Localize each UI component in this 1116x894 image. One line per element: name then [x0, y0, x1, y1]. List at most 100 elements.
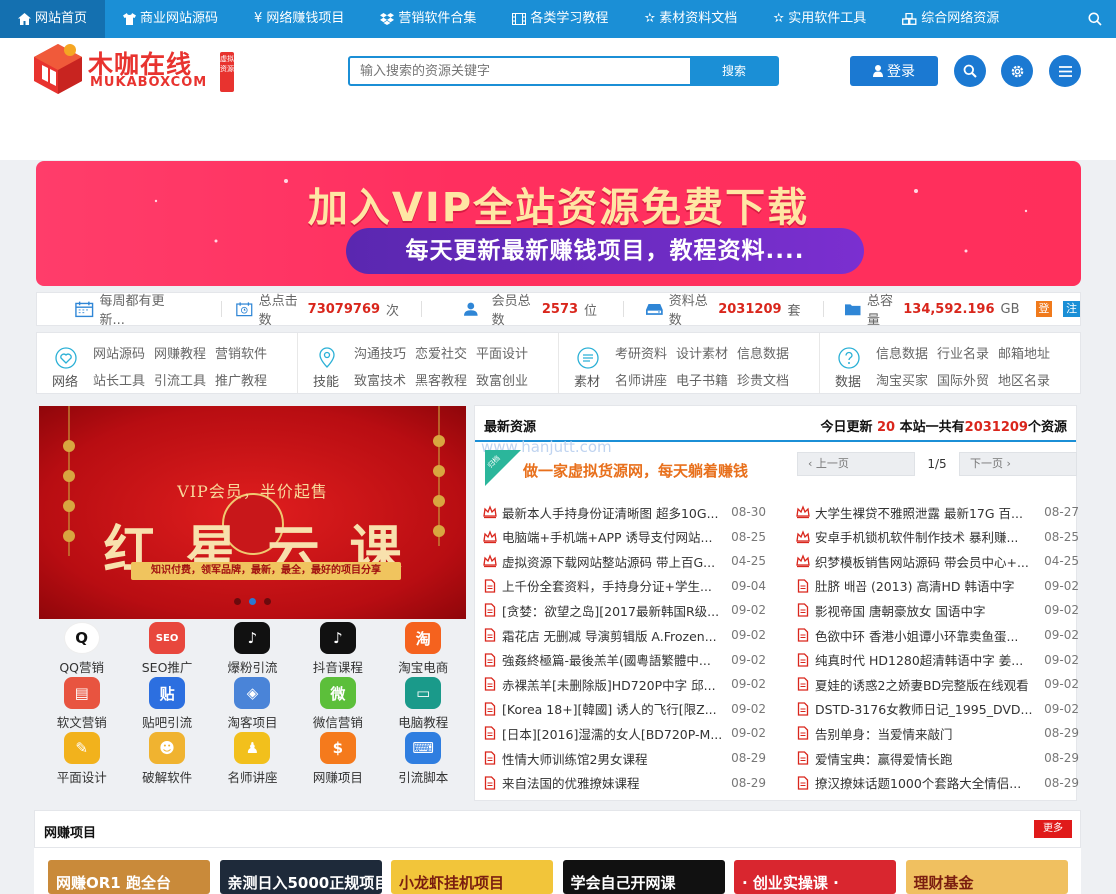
site-logo[interactable]: 木咖在线 MUKABOXCOM 虚拟资源: [30, 41, 240, 97]
project-thumbnail[interactable]: · 创业实操课 ·: [734, 860, 896, 894]
slider-dot[interactable]: [264, 598, 271, 605]
app-tile[interactable]: 微微信营销: [295, 677, 380, 731]
category-link[interactable]: 网站源码: [93, 343, 145, 362]
logo-seal: 虚拟资源: [220, 52, 234, 92]
category-link[interactable]: 邮箱地址: [998, 343, 1050, 362]
category-link[interactable]: 考研资料: [615, 343, 667, 362]
app-tile[interactable]: ♪ 爆粉引流: [210, 622, 295, 676]
category-link[interactable]: 致富创业: [476, 370, 528, 389]
category-link[interactable]: 行业名录: [937, 343, 989, 362]
nav-item-source-code[interactable]: 商业网站源码: [105, 0, 236, 38]
list-item[interactable]: 虚拟资源下载网站整站源码 带上百G... 04-25: [483, 549, 766, 573]
list-item[interactable]: 最新本人手持身份证清晰图 超多10G... 08-30: [483, 500, 766, 524]
list-item[interactable]: 影视帝国 唐朝豪放女 国语中字 09-02: [796, 598, 1079, 622]
list-item[interactable]: 性情大师训练馆2男女课程 08-29: [483, 746, 766, 770]
project-thumbnail[interactable]: 亲测日入5000正规项目: [219, 860, 382, 894]
app-tile[interactable]: ✎ 平面设计: [39, 732, 124, 786]
search-icon[interactable]: [1088, 12, 1102, 26]
app-tile[interactable]: ◈ 淘客项目: [210, 677, 295, 731]
category-link[interactable]: 国际外贸: [937, 370, 989, 389]
slider-dot[interactable]: [249, 598, 256, 605]
app-tile[interactable]: $ 网赚项目: [295, 732, 380, 786]
list-item[interactable]: 上千份全套资料，手持身分证+学生... 09-04: [483, 574, 766, 598]
nav-item-marketing-software[interactable]: 营销软件合集: [362, 0, 494, 38]
category-link[interactable]: 地区名录: [998, 370, 1050, 389]
category-link[interactable]: 名师讲座: [615, 370, 667, 389]
category-link[interactable]: 信息数据: [876, 343, 928, 362]
category-link[interactable]: 致富技术: [354, 370, 406, 389]
category-link[interactable]: 营销软件: [215, 343, 267, 362]
app-tile[interactable]: ♪ 抖音课程: [295, 622, 380, 676]
nav-item-money-projects[interactable]: ¥ 网络赚钱项目: [236, 0, 362, 38]
list-item[interactable]: 织梦模板销售网站源码 带会员中心+... 04-25: [796, 549, 1079, 573]
project-thumbnail[interactable]: 小龙虾挂机项目: [391, 860, 553, 894]
nav-item-materials[interactable]: ✫ 素材资料文档: [626, 0, 755, 38]
list-item[interactable]: DSTD-3176女教师日记_1995_DVD... 09-02: [796, 697, 1079, 721]
list-item[interactable]: [Korea 18+][韓國] 诱人的飞行[限Z... 09-02: [483, 697, 766, 721]
category-link[interactable]: 平面设计: [476, 343, 528, 362]
category-link[interactable]: 引流工具: [154, 370, 206, 389]
list-item[interactable]: [日本][2016]湿濡的女人[BD720P-M... 09-02: [483, 721, 766, 745]
promo-slider[interactable]: VIP会员，半价起售 红星云课 知识付费，领军品牌，最新，最全，最好的项目分享: [39, 406, 466, 619]
list-item[interactable]: 色欲中环 香港小姐谭小环靠卖鱼蛋... 09-02: [796, 623, 1079, 647]
vip-banner[interactable]: 加入VIP全站资源免费下载 每天更新最新赚钱项目，教程资料....: [36, 161, 1081, 286]
list-item[interactable]: 肚脐 배꼽 (2013) 高清HD 韩语中字 09-02: [796, 574, 1079, 598]
login-button[interactable]: 登录: [850, 56, 938, 86]
nav-item-home[interactable]: 网站首页: [0, 0, 106, 38]
category-link[interactable]: 电子书籍: [676, 370, 728, 389]
list-item[interactable]: [贪婪：欲望之岛][2017最新韩国R级... 09-02: [483, 598, 766, 622]
next-page-button[interactable]: 下一页 ›: [959, 452, 1077, 476]
list-item[interactable]: 纯真时代 HD1280超清韩语中字 姜... 09-02: [796, 648, 1079, 672]
register-tag[interactable]: 注: [1063, 301, 1080, 317]
project-thumbnail[interactable]: 网赚OR1 跑全台: [48, 860, 210, 894]
category-link[interactable]: 网赚教程: [154, 343, 206, 362]
category-link[interactable]: 珍贵文档: [737, 370, 789, 389]
list-item[interactable]: 赤裸羔羊[未删除版]HD720P中字 邱... 09-02: [483, 672, 766, 696]
menu-button[interactable]: [1049, 55, 1081, 87]
list-item[interactable]: 电脑端+手机端+APP 诱导支付网站... 08-25: [483, 525, 766, 549]
app-tile[interactable]: ♟ 名师讲座: [210, 732, 295, 786]
category-link[interactable]: 黑客教程: [415, 370, 467, 389]
divider: [623, 301, 624, 317]
category-link[interactable]: 恋爱社交: [415, 343, 467, 362]
category-materials: 素材 考研资料 设计素材 信息数据 名师讲座 电子书籍 珍贵文档: [559, 333, 820, 393]
nav-item-network-resources[interactable]: 综合网络资源: [884, 0, 1017, 38]
list-item[interactable]: 安卓手机锁机软件制作技术 暴利赚... 08-25: [796, 525, 1079, 549]
promo-line[interactable]: 归档 做一家虚拟货源网，每天躺着赚钱: [485, 450, 767, 488]
category-link[interactable]: 推广教程: [215, 370, 267, 389]
app-tile[interactable]: ⌨ 引流脚本: [381, 732, 466, 786]
theme-button[interactable]: [1001, 55, 1033, 87]
more-button[interactable]: 更多: [1034, 820, 1072, 838]
login-tag[interactable]: 登: [1035, 301, 1053, 317]
app-tile[interactable]: 淘淘宝电商: [381, 622, 466, 676]
nav-item-software-tools[interactable]: ✫ 实用软件工具: [755, 0, 884, 38]
list-item[interactable]: 告别单身：当爱情来敲门 08-29: [796, 721, 1079, 745]
list-item[interactable]: 強姦終極篇-最後羔羊(國粵語繁體中... 09-02: [483, 648, 766, 672]
latest-summary: 今日更新 20 本站一共有2031209个资源: [820, 416, 1067, 435]
list-item[interactable]: 大学生裸贷不雅照泄露 最新17G 百... 08-27: [796, 500, 1079, 524]
list-item[interactable]: 爱情宝典：赢得爱情长跑 08-29: [796, 746, 1079, 770]
app-tile[interactable]: 贴贴吧引流: [124, 677, 209, 731]
prev-page-button[interactable]: ‹ 上一页: [797, 452, 915, 476]
project-thumbnail[interactable]: 学会自己开网课: [562, 860, 725, 894]
category-link[interactable]: 信息数据: [737, 343, 789, 362]
app-tile[interactable]: ▤ 软文营销: [39, 677, 124, 731]
list-item[interactable]: 夏娃的诱惑2之娇妻BD完整版在线观看 09-02: [796, 672, 1079, 696]
category-link[interactable]: 站长工具: [93, 370, 145, 389]
search-circle-button[interactable]: [954, 55, 986, 87]
search-button[interactable]: 搜索: [691, 58, 777, 84]
app-tile[interactable]: ▭ 电脑教程: [381, 677, 466, 731]
app-tile[interactable]: ☻ 破解软件: [124, 732, 209, 786]
app-tile[interactable]: SEO SEO推广: [124, 622, 209, 676]
category-link[interactable]: 沟通技巧: [354, 343, 406, 362]
search-input[interactable]: [350, 58, 691, 84]
nav-item-tutorials[interactable]: 各类学习教程: [494, 0, 626, 38]
list-item[interactable]: 来自法国的优雅撩妹课程 08-29: [483, 771, 766, 795]
list-item[interactable]: 霜花店 无删减 导演剪辑版 A.Frozen... 09-02: [483, 623, 766, 647]
category-link[interactable]: 设计素材: [676, 343, 728, 362]
list-item[interactable]: 撩汉撩妹话题1000个套路大全情侣... 08-29: [796, 771, 1079, 795]
slider-dot[interactable]: [234, 598, 241, 605]
app-tile[interactable]: Q QQ营销: [39, 622, 124, 676]
project-thumbnail[interactable]: 理财基金: [905, 860, 1068, 894]
category-link[interactable]: 淘宝买家: [876, 370, 928, 389]
